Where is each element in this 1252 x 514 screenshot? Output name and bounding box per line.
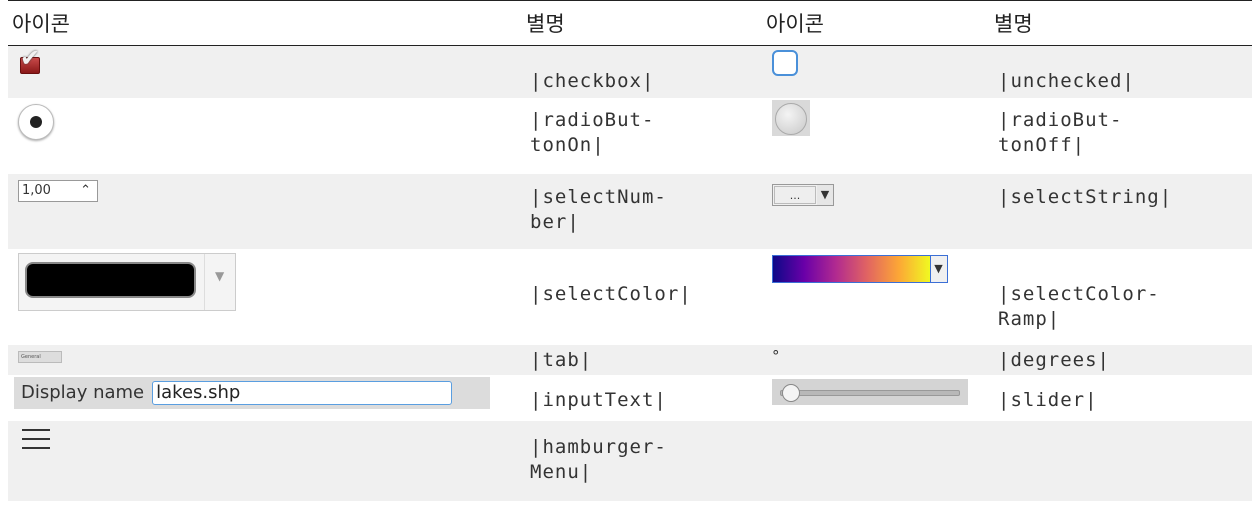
checkbox-icon: ✔ — [20, 44, 42, 74]
table-row: ▼ |selectColor| ▼ |selectColor- Ramp| — [8, 248, 1252, 345]
header-row: 아이콘 별명 아이콘 별명 — [8, 0, 1252, 46]
alias-cell: |hamburger- Menu| — [530, 435, 667, 483]
color-swatch — [25, 261, 197, 298]
icon-alias-table: 아이콘 별명 아이콘 별명 ✔ |checkbox| |unchecked| |… — [8, 0, 1252, 501]
header-icon-2: 아이콘 — [766, 12, 824, 36]
select-color-icon: ▼ — [18, 252, 236, 311]
tab-icon: General — [18, 350, 62, 363]
degrees-icon: ° — [772, 346, 780, 365]
table-row: |radioBut- tonOn| |radioBut- tonOff| — [8, 97, 1252, 174]
table-row: 1,00 ⌃ |selectNum- ber| ... ▼ |selectStrin… — [8, 173, 1252, 249]
dropdown-arrow-icon: ▼ — [817, 184, 833, 205]
color-ramp-gradient — [773, 255, 930, 282]
alias-cell: |radioBut- tonOn| — [530, 108, 655, 156]
radio-button-on-icon — [18, 103, 54, 140]
spin-arrows-icon: ⌃ — [80, 182, 91, 198]
unchecked-icon — [772, 50, 798, 76]
alias-cell: |selectNum- ber| — [530, 185, 667, 233]
table-row: Display name lakes.shp |inputText| |slide… — [8, 374, 1252, 421]
alias-cell: |degrees| — [998, 348, 1110, 371]
slider-knob — [782, 383, 800, 402]
chevron-down-icon: ▼ — [204, 253, 235, 310]
table-row: General |tab| ° |degrees| — [8, 344, 1252, 375]
select-string-icon: ... ▼ — [772, 183, 834, 206]
select-color-ramp-icon: ▼ — [772, 254, 948, 283]
select-number-icon: 1,00 ⌃ — [18, 179, 98, 202]
hamburger-menu-icon — [22, 428, 50, 449]
alias-cell: |selectString| — [998, 185, 1173, 208]
alias-cell: |checkbox| — [530, 70, 655, 92]
alias-cell — [990, 421, 1252, 501]
slider-icon — [772, 378, 968, 405]
radio-button-off-icon — [772, 99, 810, 136]
input-text-icon: Display name lakes.shp — [14, 376, 490, 409]
alias-cell: |slider| — [998, 388, 1098, 411]
display-name-field: lakes.shp — [152, 380, 453, 405]
header-icon-1: 아이콘 — [12, 12, 70, 36]
alias-cell: |unchecked| — [998, 70, 1135, 92]
dropdown-arrow-icon: ▼ — [930, 255, 947, 282]
header-alias-2: 별명 — [994, 12, 1033, 36]
alias-cell: |selectColor| — [530, 282, 692, 305]
table-row: ✔ |checkbox| |unchecked| — [8, 44, 1252, 98]
alias-cell: |selectColor- Ramp| — [998, 282, 1160, 330]
alias-cell: |tab| — [530, 348, 593, 371]
table-row: |hamburger- Menu| — [8, 420, 1252, 501]
alias-cell: |radioBut- tonOff| — [998, 108, 1123, 156]
alias-cell: |inputText| — [530, 388, 667, 411]
header-alias-1: 별명 — [526, 12, 565, 36]
